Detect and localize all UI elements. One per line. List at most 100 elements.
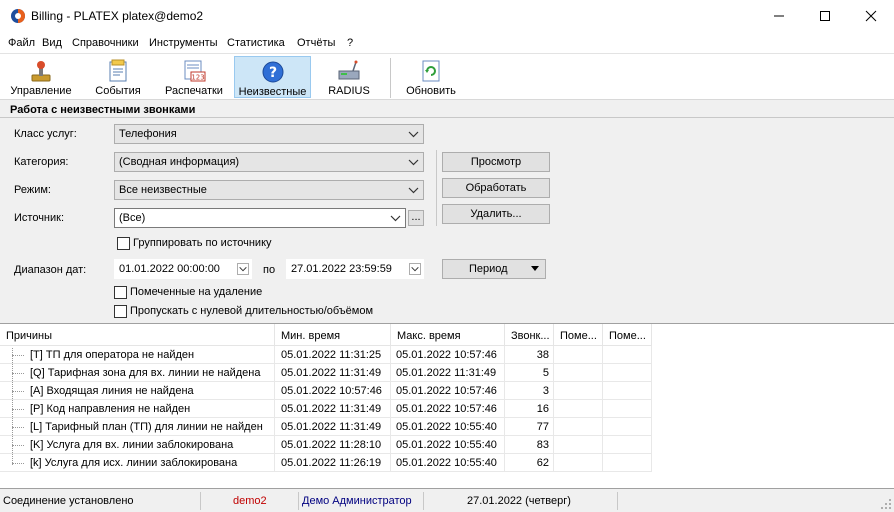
period-label: Период xyxy=(469,263,508,275)
toolbar-refresh-button[interactable]: Обновить xyxy=(398,56,464,98)
cell-max-time: 05.01.2022 10:55:40 xyxy=(391,436,505,454)
date-to-picker[interactable]: 27.01.2022 23:59:59 xyxy=(286,259,424,279)
cell-min-time: 05.01.2022 11:28:10 xyxy=(275,436,391,454)
mode-value: Все неизвестные xyxy=(119,184,207,196)
cell-marked-2 xyxy=(603,364,652,382)
date-to-value: 27.01.2022 23:59:59 xyxy=(291,263,392,275)
marked-for-deletion-label: Помеченные на удаление xyxy=(130,286,263,298)
refresh-icon xyxy=(422,60,440,82)
column-header-min-time[interactable]: Мин. время xyxy=(275,324,391,346)
toolbar-radius-button[interactable]: RADIUS xyxy=(318,56,380,98)
view-button[interactable]: Просмотр xyxy=(442,152,550,172)
current-date: 27.01.2022 (четверг) xyxy=(467,495,571,507)
skip-zero-duration-label: Пропускать с нулевой длительностью/объём… xyxy=(130,305,374,317)
cell-min-time: 05.01.2022 11:31:49 xyxy=(275,364,391,382)
section-divider xyxy=(0,117,894,118)
close-icon xyxy=(865,10,877,22)
minimize-button[interactable] xyxy=(756,0,802,32)
table-row[interactable]: [T] ТП для оператора не найден 05.01.2022… xyxy=(0,346,652,364)
column-header-marked-1[interactable]: Поме... xyxy=(554,324,603,346)
toolbar-button-label: Управление xyxy=(10,85,72,97)
section-title: Работа с неизвестными звонками xyxy=(10,104,196,116)
status-separator xyxy=(423,492,424,510)
cell-min-time: 05.01.2022 11:26:19 xyxy=(275,454,391,472)
group-by-source-label: Группировать по источнику xyxy=(133,237,272,249)
cell-marked-2 xyxy=(603,454,652,472)
menu-statistics[interactable]: Статистика xyxy=(227,37,285,49)
toolbar-management-button[interactable]: Управление xyxy=(2,56,80,98)
table-row[interactable]: [A] Входящая линия не найдена 05.01.2022 … xyxy=(0,382,652,400)
menu-bar: Файл Вид Справочники Инструменты Статист… xyxy=(0,32,894,54)
table-row[interactable]: [P] Код направления не найден 05.01.2022 … xyxy=(0,400,652,418)
table-row[interactable]: [L] Тарифный план (ТП) для линии не найд… xyxy=(0,418,652,436)
column-header-max-time[interactable]: Макс. время xyxy=(391,324,505,346)
column-header-marked-2[interactable]: Поме... xyxy=(603,324,652,346)
cell-reason: [L] Тарифный план (ТП) для линии не найд… xyxy=(0,418,275,436)
checkbox-box[interactable] xyxy=(114,286,127,299)
category-select[interactable]: (Сводная информация) xyxy=(114,152,424,172)
cell-marked-2 xyxy=(603,382,652,400)
checkbox-box[interactable] xyxy=(114,305,127,318)
table-row[interactable]: [Q] Тарифная зона для вх. линии не найде… xyxy=(0,364,652,382)
chevron-down-icon xyxy=(408,159,419,166)
category-value: (Сводная информация) xyxy=(119,156,240,168)
close-button[interactable] xyxy=(848,0,894,32)
cell-max-time: 05.01.2022 11:31:49 xyxy=(391,364,505,382)
connection-status: Соединение установлено xyxy=(3,495,134,507)
table-row[interactable]: [k] Услуга для исх. линии заблокирована 0… xyxy=(0,454,652,472)
cell-marked-1 xyxy=(554,436,603,454)
source-select[interactable]: (Все) xyxy=(114,208,406,228)
chevron-down-icon xyxy=(408,187,419,194)
column-header-reasons[interactable]: Причины xyxy=(0,324,275,346)
reasons-table: Причины Мин. время Макс. время Звонк... … xyxy=(0,323,894,489)
cell-calls: 16 xyxy=(505,400,554,418)
period-dropdown-button[interactable]: Период xyxy=(442,259,546,279)
menu-tools[interactable]: Инструменты xyxy=(149,37,218,49)
menu-file[interactable]: Файл xyxy=(8,37,35,49)
chevron-down-icon xyxy=(409,263,421,275)
cell-min-time: 05.01.2022 11:31:25 xyxy=(275,346,391,364)
cell-reason: [P] Код направления не найден xyxy=(0,400,275,418)
toolbar-events-button[interactable]: События xyxy=(84,56,152,98)
menu-reports[interactable]: Отчёты xyxy=(297,37,335,49)
cell-calls: 77 xyxy=(505,418,554,436)
checkbox-box[interactable] xyxy=(117,237,130,250)
maximize-button[interactable] xyxy=(802,0,848,32)
toolbar-button-label: RADIUS xyxy=(328,85,370,97)
toolbar-button-label: Распечатки xyxy=(165,85,223,97)
cell-marked-2 xyxy=(603,346,652,364)
cell-min-time: 05.01.2022 11:31:49 xyxy=(275,418,391,436)
chevron-down-icon xyxy=(408,131,419,138)
title-bar: Billing - PLATEX platex@demo2 xyxy=(0,0,894,32)
status-separator xyxy=(200,492,201,510)
date-from-value: 01.01.2022 00:00:00 xyxy=(119,263,220,275)
database-name: demo2 xyxy=(233,495,267,507)
caret-down-icon xyxy=(531,266,539,271)
source-browse-button[interactable]: ... xyxy=(408,210,424,226)
menu-view[interactable]: Вид xyxy=(42,37,62,49)
user-name: Демо Администратор xyxy=(302,495,412,507)
toolbar-unknown-button[interactable]: ? Неизвестные xyxy=(234,56,311,98)
cell-marked-1 xyxy=(554,364,603,382)
service-class-select[interactable]: Телефония xyxy=(114,124,424,144)
chevron-down-icon xyxy=(390,215,401,222)
toolbar-printouts-button[interactable]: 123 Распечатки xyxy=(158,56,230,98)
source-label: Источник: xyxy=(14,212,65,224)
table-row[interactable]: [K] Услуга для вх. линии заблокирована 05… xyxy=(0,436,652,454)
column-header-calls[interactable]: Звонк... xyxy=(505,324,554,346)
menu-directories[interactable]: Справочники xyxy=(72,37,139,49)
cell-marked-1 xyxy=(554,382,603,400)
toolbar-button-label: Обновить xyxy=(406,85,456,97)
cell-min-time: 05.01.2022 11:31:49 xyxy=(275,400,391,418)
cell-marked-2 xyxy=(603,400,652,418)
printouts-icon: 123 xyxy=(184,60,206,82)
date-from-picker[interactable]: 01.01.2022 00:00:00 xyxy=(114,259,252,279)
cell-reason: [k] Услуга для исх. линии заблокирована xyxy=(0,454,275,472)
delete-button[interactable]: Удалить... xyxy=(442,204,550,224)
actions-divider xyxy=(436,150,437,226)
process-button[interactable]: Обработать xyxy=(442,178,550,198)
menu-help[interactable]: ? xyxy=(347,37,353,49)
mode-select[interactable]: Все неизвестные xyxy=(114,180,424,200)
question-icon: ? xyxy=(262,61,283,83)
resize-grip-icon[interactable] xyxy=(880,498,892,510)
